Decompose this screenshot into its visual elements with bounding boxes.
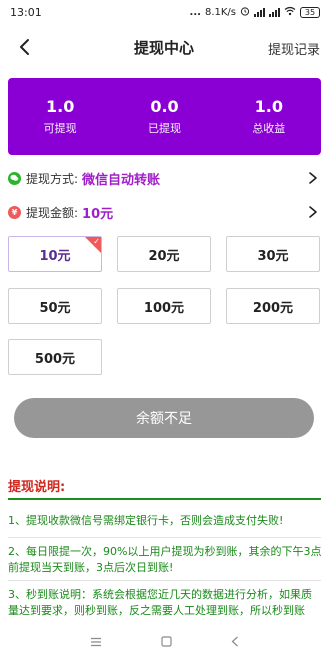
withdraw-method-row[interactable]: 提现方式: 微信自动转账 [8, 166, 320, 190]
available-value: 1.0 [45, 97, 75, 116]
available-stat: 1.0 可提现 [8, 97, 112, 136]
signal-icon-2 [269, 7, 280, 17]
balance-summary-card: 1.0 可提现 0.0 已提现 1.0 总收益 [8, 78, 321, 155]
withdrawn-value: 0.0 [150, 97, 179, 116]
chevron-right-icon [308, 205, 318, 219]
explanation-divider [8, 498, 321, 500]
explanation-item-1: 1、提现收款微信号需绑定银行卡，否则会造成支付失败! [8, 514, 284, 527]
amount-option-500[interactable]: 500元 [8, 339, 102, 375]
explanation-item-2: 2、每日限提一次，90%以上用户提现为秒到账，其余的下午3点前提现当天到账，3点… [8, 545, 322, 574]
battery-icon: 35 [300, 6, 320, 18]
wechat-icon [8, 171, 21, 185]
withdraw-amount-value: 10元 [82, 206, 114, 222]
network-speed: 8.1K/s [204, 6, 236, 18]
withdraw-amount-label: 提现金额: [26, 205, 79, 220]
amount-option-20[interactable]: 20元 [117, 236, 211, 272]
status-bar: 13:01 ... 8.1K/s 35 [0, 0, 328, 24]
total-earnings-label: 总收益 [252, 122, 286, 135]
withdraw-button[interactable]: 余额不足 [14, 398, 314, 438]
amount-option-label: 500元 [34, 351, 76, 367]
check-icon: ✓ [93, 237, 100, 246]
amount-option-30[interactable]: 30元 [226, 236, 320, 272]
withdrawn-stat: 0.0 已提现 [112, 97, 216, 136]
withdrawn-label: 已提现 [147, 122, 181, 135]
nav-bar: 提现中心 提现记录 [0, 28, 328, 66]
wifi-icon [284, 6, 296, 19]
divider [8, 537, 321, 538]
amount-option-label: 30元 [257, 248, 289, 264]
home-icon[interactable] [160, 632, 172, 651]
withdraw-method-value: 微信自动转账 [82, 172, 161, 188]
alarm-icon [240, 6, 250, 19]
withdraw-method-label: 提现方式: [26, 171, 79, 186]
yen-icon: ¥ [8, 205, 21, 219]
explanation-title: 提现说明: [8, 480, 66, 495]
amount-option-label: 10元 [39, 248, 71, 264]
status-dots: ... [189, 6, 201, 18]
total-earnings-stat: 1.0 总收益 [217, 97, 321, 136]
amount-option-label: 50元 [39, 300, 71, 316]
status-indicators: ... 8.1K/s 35 [190, 6, 320, 19]
amount-option-label: 200元 [252, 300, 294, 316]
amount-option-200[interactable]: 200元 [226, 288, 320, 324]
signal-icon [254, 7, 265, 17]
available-label: 可提现 [43, 122, 77, 135]
amount-option-label: 100元 [143, 300, 185, 316]
withdraw-record-link[interactable]: 提现记录 [268, 39, 320, 58]
divider [8, 580, 321, 581]
amount-option-label: 20元 [148, 248, 180, 264]
amount-option-10[interactable]: 10元 ✓ [8, 236, 102, 272]
menu-icon[interactable] [90, 632, 102, 651]
withdraw-amount-row[interactable]: ¥ 提现金额: 10元 [8, 200, 320, 224]
amount-option-50[interactable]: 50元 [8, 288, 102, 324]
withdraw-center-screen: 13:01 ... 8.1K/s 35 提现中心 提现记录 1.0 可提现 0.… [0, 0, 328, 658]
back-icon[interactable] [231, 632, 239, 651]
chevron-right-icon [308, 171, 318, 185]
explanation-item-3: 3、秒到账说明：系统会根据您近几天的数据进行分析，如果质量达到要求，则秒到账，反… [8, 588, 312, 617]
status-time: 13:01 [10, 5, 42, 19]
system-nav-bar [0, 624, 328, 658]
amount-option-100[interactable]: 100元 [117, 288, 211, 324]
total-earnings-value: 1.0 [254, 97, 283, 116]
